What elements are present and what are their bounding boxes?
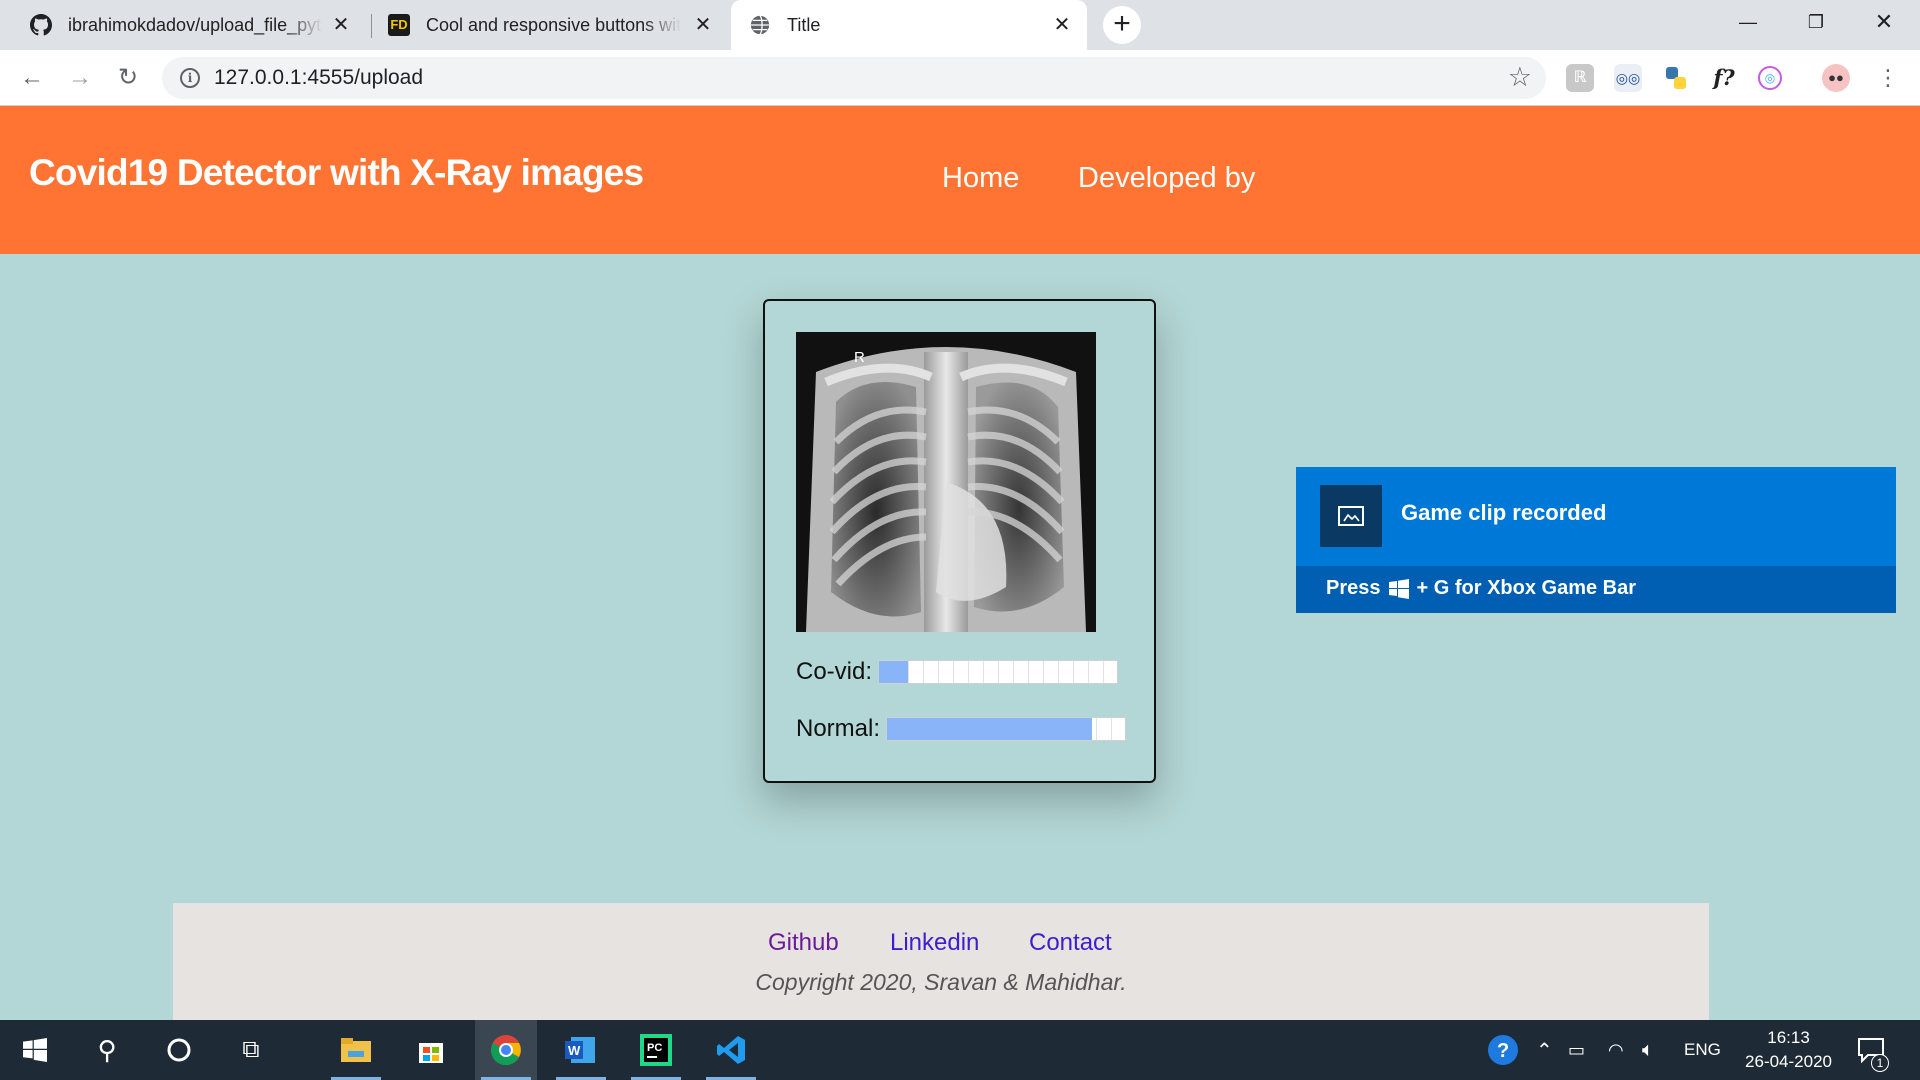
windows-taskbar: ⚲ ⧉ W PC ? ⌃ ▭ ◠ 🔈︎ ENG 16:13 26-04-2020…	[0, 1020, 1920, 1080]
windows-key-icon	[1388, 578, 1409, 599]
word-icon[interactable]: W	[550, 1020, 612, 1080]
start-button[interactable]	[4, 1020, 66, 1080]
clock-date: 26-04-2020	[1745, 1052, 1832, 1071]
profile-avatar[interactable]: ●●	[1822, 64, 1850, 92]
xray-image: R	[796, 332, 1096, 632]
new-tab-button[interactable]: +	[1103, 6, 1141, 44]
close-icon[interactable]: ✕	[330, 14, 352, 36]
address-bar[interactable]: i 127.0.0.1:4555/upload ☆	[162, 57, 1546, 99]
toast-hint-bar: Press + G for Xbox Game Bar	[1296, 566, 1896, 613]
nav-home-link[interactable]: Home	[942, 162, 1019, 195]
svg-text:?: ?	[1497, 1040, 1509, 1062]
covid-meter-fill	[879, 661, 908, 683]
footer-contact-link[interactable]: Contact	[1029, 929, 1112, 957]
normal-meter-row: Normal:	[796, 715, 1127, 743]
function-icon[interactable]: f?	[1710, 64, 1738, 92]
covid-meter-label: Co-vid:	[796, 658, 873, 685]
extension-icon[interactable]: ◎◎	[1614, 64, 1642, 92]
microsoft-store-icon[interactable]	[400, 1020, 462, 1080]
notification-count-badge: 1	[1871, 1054, 1889, 1072]
covid-probability-meter	[878, 660, 1119, 684]
footer-linkedin-link[interactable]: Linkedin	[890, 929, 979, 957]
language-indicator[interactable]: ENG	[1684, 1020, 1721, 1080]
cortana-icon[interactable]	[148, 1020, 210, 1080]
system-clock[interactable]: 16:13 26-04-2020	[1745, 1026, 1832, 1074]
help-icon[interactable]: ?	[1486, 1020, 1520, 1080]
minimize-icon[interactable]: —	[1714, 0, 1782, 44]
game-bar-toast[interactable]: Game clip recorded Press + G for Xbox Ga…	[1296, 467, 1896, 613]
battery-icon[interactable]: ▭	[1568, 1020, 1585, 1080]
browser-tab-active[interactable]: Title ✕	[731, 0, 1087, 50]
notification-center-icon[interactable]: 1	[1856, 1020, 1889, 1080]
game-clip-icon	[1320, 485, 1382, 547]
site-header: Covid19 Detector with X-Ray images Home …	[0, 106, 1920, 254]
windows-logo-icon	[23, 1038, 47, 1062]
close-icon[interactable]: ✕	[692, 14, 714, 36]
nav-developed-by-link[interactable]: Developed by	[1078, 162, 1255, 195]
svg-text:W: W	[568, 1043, 581, 1058]
normal-probability-meter	[886, 717, 1127, 741]
fd-icon: FD	[388, 14, 410, 36]
extension-icon[interactable]: ℝ	[1566, 64, 1594, 92]
browser-tab[interactable]: ibrahimokdadov/upload_file_pyt ✕	[10, 0, 366, 50]
restore-icon[interactable]: ❐	[1782, 0, 1850, 44]
tab-title: Cool and responsive buttons wit	[426, 14, 681, 35]
reload-icon[interactable]: ↻	[110, 60, 146, 96]
toast-hint-suffix: + G for Xbox Game Bar	[1416, 577, 1637, 599]
back-icon[interactable]: ←	[14, 60, 50, 96]
footer-github-link[interactable]: Github	[768, 929, 839, 957]
vscode-icon[interactable]	[700, 1020, 762, 1080]
normal-meter-label: Normal:	[796, 715, 881, 742]
close-icon[interactable]: ✕	[1051, 14, 1073, 36]
menu-icon[interactable]: ⋮	[1870, 60, 1906, 96]
globe-icon	[750, 15, 770, 35]
github-icon	[30, 14, 52, 36]
search-icon[interactable]: ⚲	[76, 1020, 138, 1080]
volume-icon[interactable]: 🔈︎	[1642, 1020, 1654, 1080]
show-hidden-icons[interactable]: ⌃	[1536, 1020, 1553, 1080]
result-card: R Co-vid: Normal:	[763, 299, 1156, 783]
python-icon[interactable]	[1662, 64, 1690, 92]
pycharm-icon[interactable]: PC	[625, 1020, 687, 1080]
toast-title: Game clip recorded	[1401, 500, 1607, 525]
site-footer: Github Linkedin Contact Copyright 2020, …	[173, 903, 1709, 1020]
tab-title: ibrahimokdadov/upload_file_pyt	[68, 14, 322, 35]
wifi-icon[interactable]: ◠	[1608, 1020, 1624, 1080]
extension-icon[interactable]: ◎	[1758, 66, 1782, 90]
copyright-text: Copyright 2020, Sravan & Mahidhar.	[755, 969, 1127, 995]
svg-text:PC: PC	[647, 1042, 662, 1054]
forward-icon[interactable]: →	[62, 60, 98, 96]
close-window-icon[interactable]: ✕	[1850, 0, 1918, 44]
tab-title: Title	[787, 14, 821, 35]
chrome-icon[interactable]	[475, 1020, 537, 1080]
toast-header: Game clip recorded	[1296, 467, 1896, 566]
normal-meter-fill	[887, 718, 1092, 740]
xray-marker-label: R	[854, 349, 865, 366]
browser-tab-bar: ibrahimokdadov/upload_file_pyt ✕ FD Cool…	[0, 0, 1920, 50]
site-title: Covid19 Detector with X-Ray images	[29, 152, 644, 193]
covid-meter-row: Co-vid:	[796, 658, 1119, 686]
browser-tab[interactable]: FD Cool and responsive buttons wit ✕	[372, 0, 728, 50]
browser-toolbar: ← → ↻ i 127.0.0.1:4555/upload ☆ ℝ ◎◎ f? …	[0, 50, 1920, 106]
task-view-icon[interactable]: ⧉	[220, 1020, 282, 1080]
info-icon[interactable]: i	[180, 68, 200, 88]
toast-hint-prefix: Press	[1326, 577, 1381, 599]
file-explorer-icon[interactable]	[325, 1020, 387, 1080]
clock-time: 16:13	[1767, 1028, 1810, 1047]
bookmark-star-icon[interactable]: ☆	[1508, 62, 1532, 93]
url-text[interactable]: 127.0.0.1:4555/upload	[214, 66, 423, 90]
